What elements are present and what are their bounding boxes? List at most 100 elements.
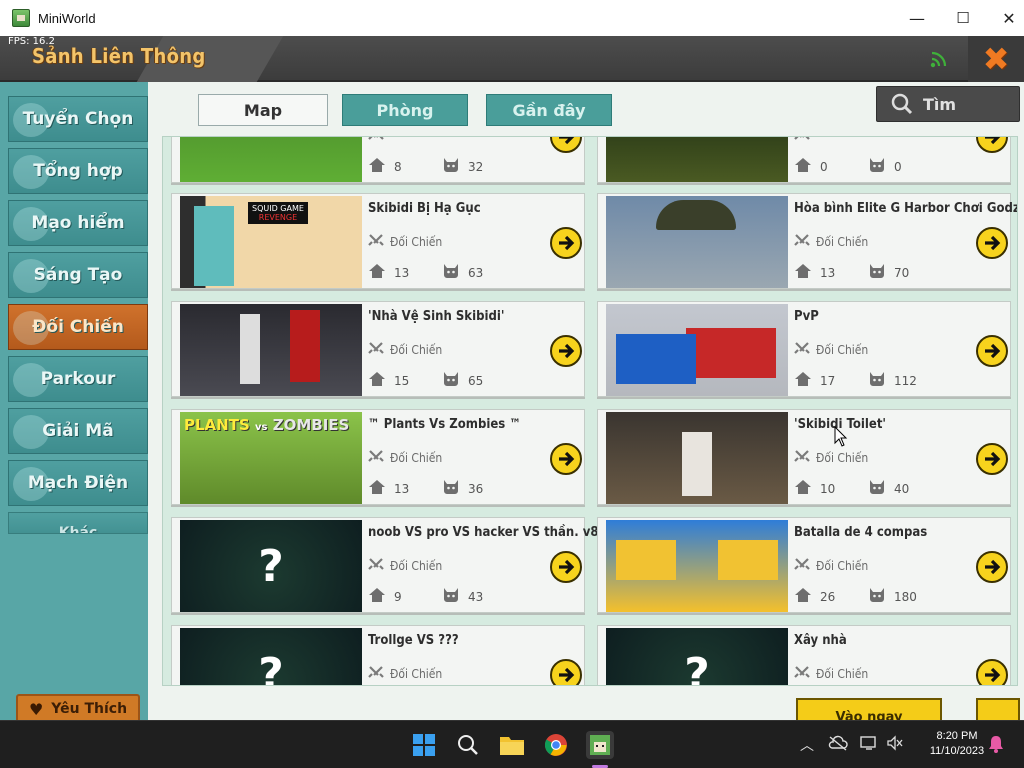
pvz-logo: PLANTS vs ZOMBIES [184,416,349,434]
maximize-button[interactable]: ☐ [940,0,986,36]
enter-map-button[interactable] [550,335,582,367]
volume-muted-icon[interactable] [886,735,904,755]
sidebar-item-label: Đối Chiến [32,317,124,337]
question-mark-icon: ? [258,648,284,686]
map-card-skibidi-down[interactable]: SQUID GAME REVENGE Skibidi Bị Hạ Gục Đối Ch… [171,193,585,289]
room-count: 15 [368,371,409,390]
map-card-skibidi-toilet-house[interactable]: 'Nhà Vệ Sinh Skibidi' Đối Chiến 15 65 [171,301,585,397]
file-explorer-icon[interactable] [498,731,526,759]
player-count: 112 [868,371,917,390]
sidebar-item-parkour[interactable]: Parkour [8,356,148,402]
sidebar-item-creative[interactable]: Sáng Tạo [8,252,148,298]
map-title: ™ Plants Vs Zombies ™ [368,417,522,432]
room-count: 13 [794,263,835,282]
enter-map-button[interactable] [976,227,1008,259]
windows-taskbar: ︿ 8:20 PM 11/10/2023 [0,720,1024,768]
player-count: 65 [442,371,483,390]
window-title: MiniWorld [38,10,96,26]
map-card-skibidi-toilet[interactable]: 'Skibidi Toilet' Đối Chiến 10 40 [597,409,1011,505]
enter-map-button[interactable] [550,227,582,259]
room-count: 17 [794,371,835,390]
sponge-character [616,540,676,580]
map-card-partial-1[interactable]: 8 32 [171,137,585,183]
sidebar-item-pvp[interactable]: Đối Chiến [8,304,148,350]
room-count: 13 [368,479,409,498]
start-icon[interactable] [410,731,438,759]
mode-label: Đối Chiến [816,666,869,681]
chrome-icon[interactable] [542,731,570,759]
enter-map-button[interactable] [550,137,582,153]
sidebar-item-label: Mạo hiểm [31,213,125,233]
tab-recent[interactable]: Gần đây [486,94,612,126]
map-card-pvp[interactable]: PvP Đối Chiến 17 112 [597,301,1011,397]
miniworld-taskbar-icon[interactable] [586,731,614,759]
swords-icon [794,449,810,466]
lobby-close-button[interactable]: ✖ [968,36,1024,82]
cloud-offline-icon[interactable] [828,735,848,751]
map-title: Xây nhà [794,633,847,648]
sidebar-item-puzzle[interactable]: Giải Mã [8,408,148,454]
map-card-batalla[interactable]: Batalla de 4 compas Đối Chiến 26 180 [597,517,1011,613]
player-count-value: 180 [894,589,917,604]
favorite-label: Yêu Thích [51,701,128,717]
map-card-trollge[interactable]: ? Trollge VS ??? Đối Chiến [171,625,585,686]
minimize-button[interactable]: — [894,0,940,36]
enter-map-button[interactable] [976,335,1008,367]
map-card-elite-harbor[interactable]: Hòa bình Elite G Harbor Chơi Godzilla Đối… [597,193,1017,289]
map-thumbnail: ? [180,520,362,612]
swords-icon [368,341,384,358]
enter-map-button[interactable] [976,551,1008,583]
sidebar-item-featured[interactable]: Tuyển Chọn [8,96,148,142]
player-count-value: 40 [894,481,910,496]
sidebar-item-circuit[interactable]: Mạch Điện [8,460,148,506]
game-viewport: FPS: 16.2 Sảnh Liên Thông ✖ Tuyển Chọn T… [0,36,1024,720]
parachute [656,200,736,230]
search-button[interactable]: Tìm [876,86,1020,122]
map-card-partial-2[interactable]: 00 [597,137,1011,183]
map-thumbnail: ? [180,628,362,686]
network-icon[interactable] [860,735,878,755]
sidebar-item-adventure[interactable]: Mạo hiểm [8,200,148,246]
search-icon [891,93,913,115]
map-card-plants-zombies[interactable]: PLANTS vs ZOMBIES ™ Plants Vs Zombies ™ Đố… [171,409,585,505]
search-taskbar-icon[interactable] [454,731,482,759]
heart-icon: ♥ [28,699,44,719]
favorite-button[interactable]: ♥ Yêu Thích [16,694,140,720]
tab-room[interactable]: Phòng [342,94,468,126]
character-figure [194,206,234,286]
swords-icon [368,665,384,682]
notification-bell-icon[interactable] [988,735,1004,757]
player-count: 0 [868,157,902,176]
tab-map[interactable]: Map [198,94,328,126]
map-title: Batalla de 4 compas [794,525,928,540]
refresh-button[interactable] [976,698,1020,720]
arrow-right-icon [982,341,1002,361]
player-count-value: 0 [894,159,902,174]
enter-map-button[interactable] [976,659,1008,685]
mode-label: Đối Chiến [390,234,443,249]
enter-map-button[interactable] [976,137,1008,153]
sidebar-item-label: Parkour [40,369,116,389]
map-thumbnail: PLANTS vs ZOMBIES [180,412,362,504]
window-close-button[interactable]: ✕ [986,0,1024,36]
enter-map-button[interactable] [976,443,1008,475]
swords-icon [368,557,384,574]
map-list[interactable]: 8 32 0 0 SQUID GAME REVENGE Skibidi Bị Hạ Gục Đ… [162,136,1018,686]
swords-icon [794,665,810,682]
logo-text-right: ZOMBIES [272,416,350,434]
map-card-xay-nha[interactable]: ? Xây nhà Đối Chiến [597,625,1011,685]
map-thumbnail [180,304,362,396]
signal-icon [930,51,947,68]
swords-icon [794,557,810,574]
room-count-value: 9 [394,589,402,604]
enter-map-button[interactable] [550,443,582,475]
map-mode: Đối Chiến [794,341,868,358]
join-now-button[interactable]: Vào ngay [796,698,942,720]
sidebar-item-other[interactable]: Khác [8,512,148,534]
enter-map-button[interactable] [550,659,582,685]
enter-map-button[interactable] [550,551,582,583]
sidebar-item-general[interactable]: Tổng hợp [8,148,148,194]
map-card-noob-pro-hacker[interactable]: ? noob VS pro VS hacker VS thần. v8 Đối Ch… [171,517,598,613]
house-icon [368,371,386,390]
chevron-up-icon[interactable]: ︿ [800,735,814,755]
